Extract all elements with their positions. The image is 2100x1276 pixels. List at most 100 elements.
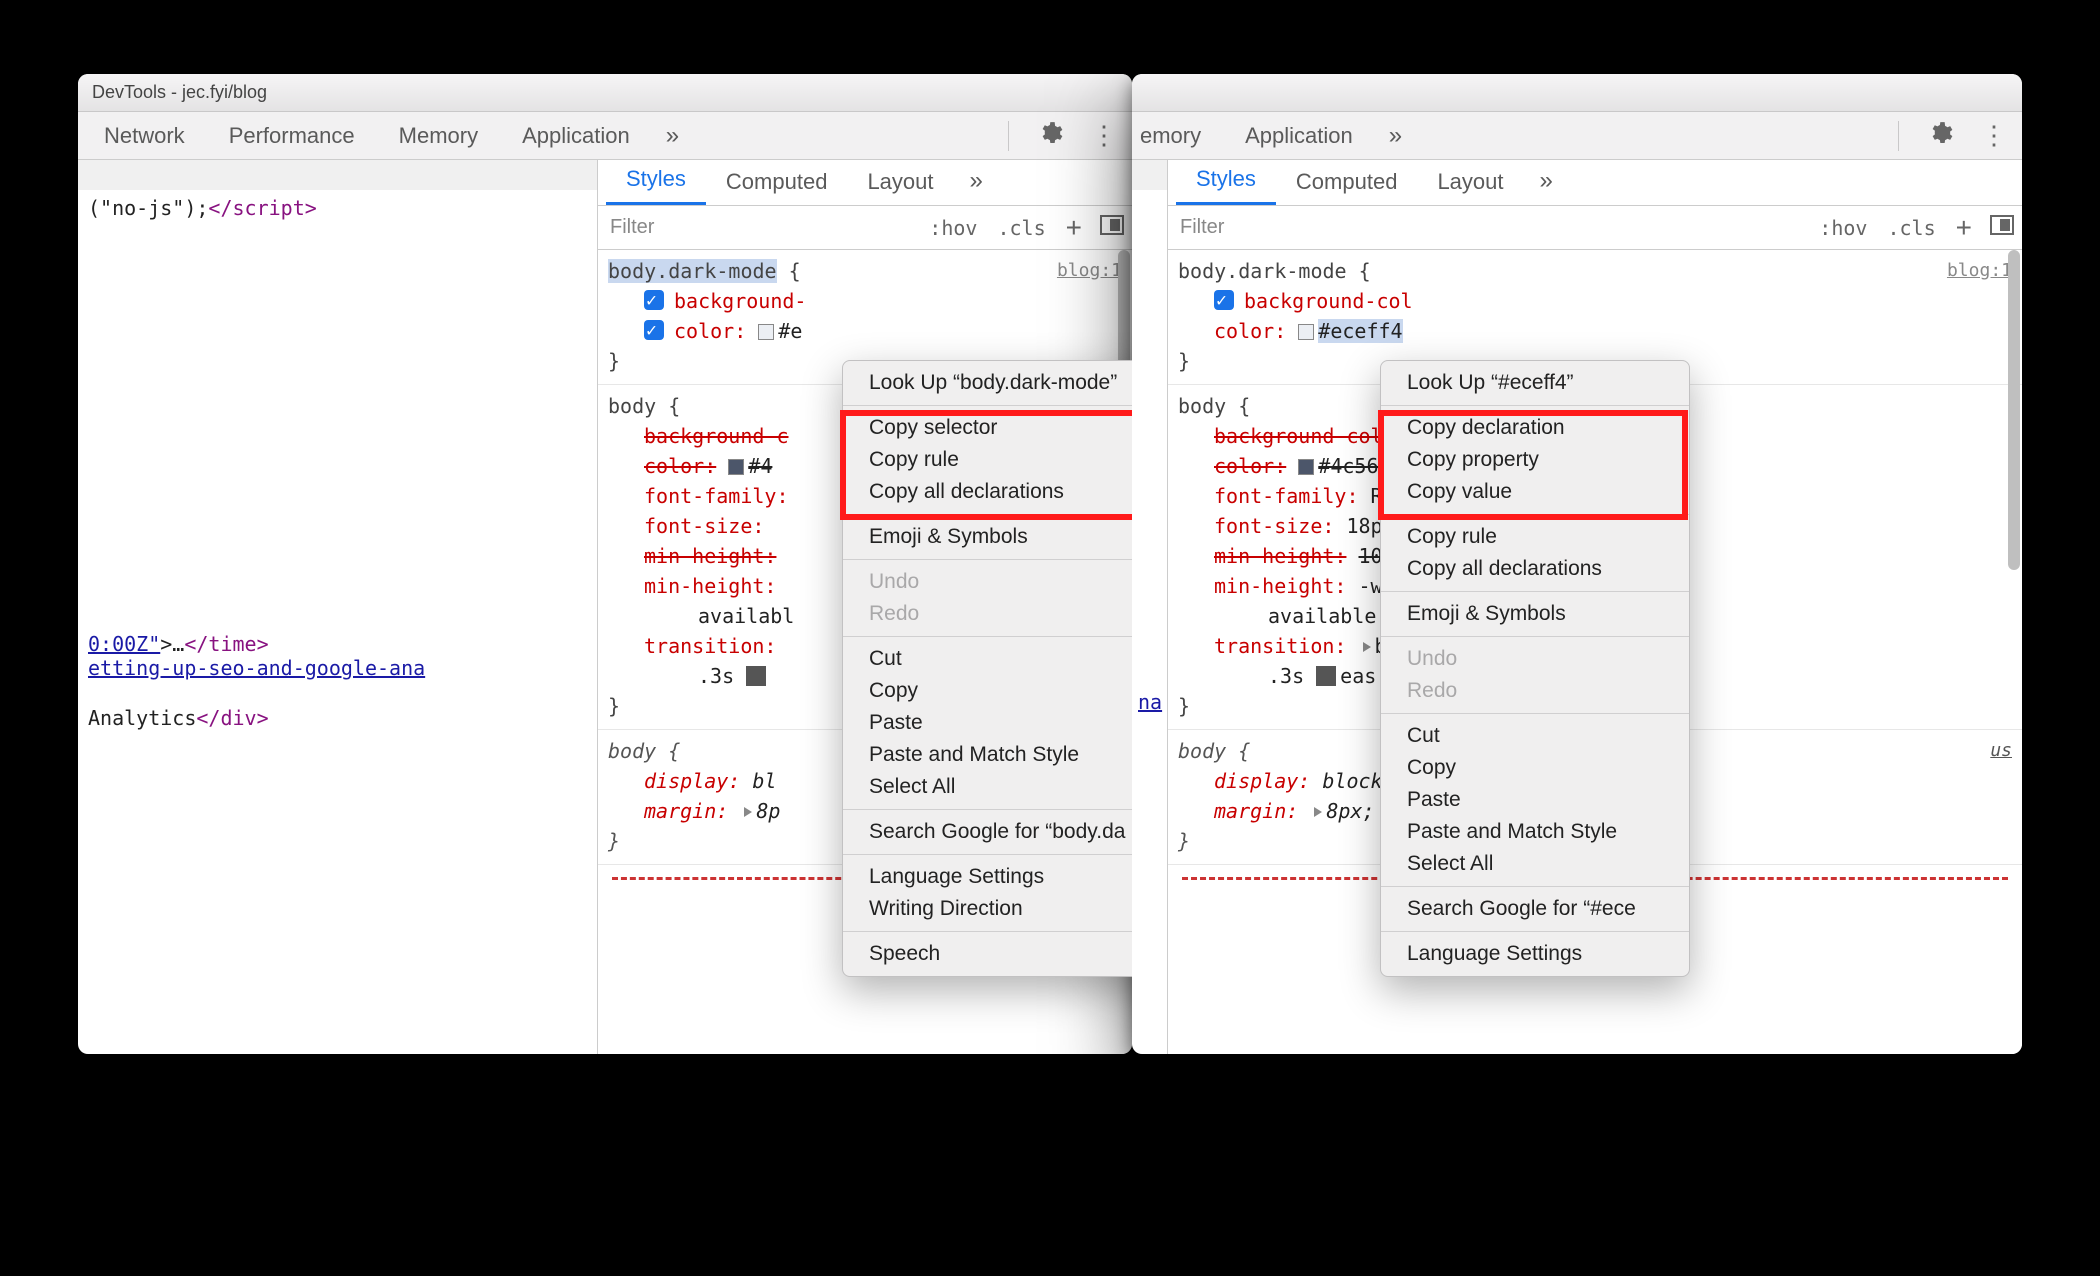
color-swatch-icon[interactable] — [728, 459, 744, 475]
css-prop[interactable]: background- — [674, 289, 806, 313]
cls-toggle[interactable]: .cls — [987, 216, 1055, 240]
color-swatch-icon[interactable] — [1298, 324, 1314, 340]
new-style-button[interactable]: + — [1056, 214, 1092, 242]
menu-item-copy-declaration[interactable]: Copy declaration — [1381, 412, 1689, 444]
tab-memory[interactable]: emory — [1136, 123, 1223, 149]
rule-selector[interactable]: body — [608, 739, 656, 763]
context-menu-1: Look Up “body.dark-mode” Copy selector C… — [842, 360, 1132, 977]
hov-toggle[interactable]: :hov — [1809, 216, 1877, 240]
tab-memory[interactable]: Memory — [377, 123, 500, 149]
styles-subtabs: Styles Computed Layout » — [1168, 160, 2022, 206]
rule-selector[interactable]: body — [1178, 394, 1226, 418]
checkbox-icon[interactable] — [1214, 290, 1234, 310]
pane-toggle-icon[interactable] — [1092, 215, 1132, 241]
hov-toggle[interactable]: :hov — [919, 216, 987, 240]
expand-icon[interactable] — [1314, 807, 1322, 817]
styles-filter-input[interactable]: Filter — [1168, 216, 1809, 239]
menu-item-search[interactable]: Search Google for “body.da — [843, 816, 1132, 848]
subtab-computed[interactable]: Computed — [706, 159, 848, 205]
elements-highlight-row — [78, 160, 597, 190]
gear-icon[interactable] — [1913, 120, 1967, 152]
menu-item-speech[interactable]: Speech — [843, 938, 1132, 970]
menu-item-copy-rule[interactable]: Copy rule — [843, 444, 1132, 476]
menu-item-select-all[interactable]: Select All — [1381, 848, 1689, 880]
menu-item-lang[interactable]: Language Settings — [1381, 938, 1689, 970]
expand-icon[interactable] — [744, 807, 752, 817]
subtab-layout[interactable]: Layout — [847, 159, 953, 205]
menu-item-copy[interactable]: Copy — [843, 675, 1132, 707]
tab-application[interactable]: Application — [1223, 123, 1375, 149]
bezier-icon[interactable] — [1316, 666, 1336, 686]
rule-source-link[interactable]: blog:1 — [1947, 256, 2012, 286]
menu-item-select-all[interactable]: Select All — [843, 771, 1132, 803]
bezier-icon[interactable] — [746, 666, 766, 686]
styles-filter-bar: Filter :hov .cls + — [1168, 206, 2022, 250]
menu-item-cut[interactable]: Cut — [1381, 720, 1689, 752]
menu-item-lookup[interactable]: Look Up “body.dark-mode” — [843, 367, 1132, 399]
main-tabs-overflow-icon[interactable]: » — [652, 122, 693, 150]
rule-selector[interactable]: body.dark-mode — [1178, 259, 1347, 283]
subtabs-overflow-icon[interactable]: » — [954, 157, 999, 205]
rule-source-link[interactable]: blog:1 — [1057, 256, 1122, 286]
menu-item-copy-selector[interactable]: Copy selector — [843, 412, 1132, 444]
menu-item-paste-match[interactable]: Paste and Match Style — [1381, 816, 1689, 848]
subtabs-overflow-icon[interactable]: » — [1524, 157, 1569, 205]
menu-item-copy[interactable]: Copy — [1381, 752, 1689, 784]
menu-item-emoji[interactable]: Emoji & Symbols — [1381, 598, 1689, 630]
menu-item-copy-all-decl[interactable]: Copy all declarations — [1381, 553, 1689, 585]
subtab-layout[interactable]: Layout — [1417, 159, 1523, 205]
tab-application[interactable]: Application — [500, 123, 652, 149]
window-title: DevTools - jec.fyi/blog — [92, 82, 267, 103]
elements-text: ("no-js"); — [88, 196, 208, 220]
subtab-styles[interactable]: Styles — [1176, 156, 1276, 205]
menu-item-redo: Redo — [843, 598, 1132, 630]
menu-item-paste[interactable]: Paste — [1381, 784, 1689, 816]
kebab-menu-icon[interactable]: ⋮ — [1077, 120, 1128, 151]
menu-item-copy-rule[interactable]: Copy rule — [1381, 521, 1689, 553]
menu-item-copy-value[interactable]: Copy value — [1381, 476, 1689, 508]
new-style-button[interactable]: + — [1946, 214, 1982, 242]
menu-item-copy-property[interactable]: Copy property — [1381, 444, 1689, 476]
elements-link[interactable]: etting-up-seo-and-google-ana — [88, 656, 425, 680]
subtab-styles[interactable]: Styles — [606, 156, 706, 205]
elements-attr: 0:00Z" — [88, 632, 160, 656]
gear-icon[interactable] — [1023, 120, 1077, 152]
color-swatch-icon[interactable] — [758, 324, 774, 340]
expand-icon[interactable] — [1363, 642, 1371, 652]
checkbox-icon[interactable] — [644, 290, 664, 310]
menu-item-copy-all-decl[interactable]: Copy all declarations — [843, 476, 1132, 508]
menu-item-paste[interactable]: Paste — [843, 707, 1132, 739]
styles-scrollbar[interactable] — [2008, 250, 2020, 1054]
checkbox-icon[interactable] — [644, 320, 664, 340]
tab-network[interactable]: Network — [82, 123, 207, 149]
kebab-menu-icon[interactable]: ⋮ — [1967, 120, 2018, 151]
rule-selector[interactable]: body — [1178, 739, 1226, 763]
subtab-computed[interactable]: Computed — [1276, 159, 1418, 205]
css-value-highlighted[interactable]: #eceff4 — [1318, 319, 1402, 343]
elements-panel-sliver: na — [1132, 160, 1168, 1054]
context-menu-2: Look Up “#eceff4” Copy declaration Copy … — [1380, 360, 1690, 977]
menu-item-lookup[interactable]: Look Up “#eceff4” — [1381, 367, 1689, 399]
menu-item-writedir[interactable]: Writing Direction — [843, 893, 1132, 925]
main-tabs-overflow-icon[interactable]: » — [1375, 122, 1416, 150]
rule-selector-highlighted[interactable]: body.dark-mode — [608, 259, 777, 283]
styles-filter-bar: Filter :hov .cls + — [598, 206, 1132, 250]
menu-item-paste-match[interactable]: Paste and Match Style — [843, 739, 1132, 771]
elements-close-tag: </script> — [208, 196, 316, 220]
elements-panel: ("no-js");</script> 0:00Z">…</time> etti… — [78, 160, 598, 1054]
elements-link-fragment[interactable]: na — [1138, 690, 1162, 714]
cls-toggle[interactable]: .cls — [1877, 216, 1945, 240]
elements-code-snippet-2: 0:00Z">…</time> etting-up-seo-and-google… — [78, 626, 597, 736]
color-swatch-icon[interactable] — [1298, 459, 1314, 475]
menu-item-cut[interactable]: Cut — [843, 643, 1132, 675]
devtools-window-1: DevTools - jec.fyi/blog Network Performa… — [78, 74, 1132, 1054]
menu-item-undo: Undo — [1381, 643, 1689, 675]
menu-item-undo: Undo — [843, 566, 1132, 598]
menu-item-search[interactable]: Search Google for “#ece — [1381, 893, 1689, 925]
menu-item-emoji[interactable]: Emoji & Symbols — [843, 521, 1132, 553]
rule-selector[interactable]: body — [608, 394, 656, 418]
tab-performance[interactable]: Performance — [207, 123, 377, 149]
menu-item-lang[interactable]: Language Settings — [843, 861, 1132, 893]
pane-toggle-icon[interactable] — [1982, 215, 2022, 241]
styles-filter-input[interactable]: Filter — [598, 216, 919, 239]
